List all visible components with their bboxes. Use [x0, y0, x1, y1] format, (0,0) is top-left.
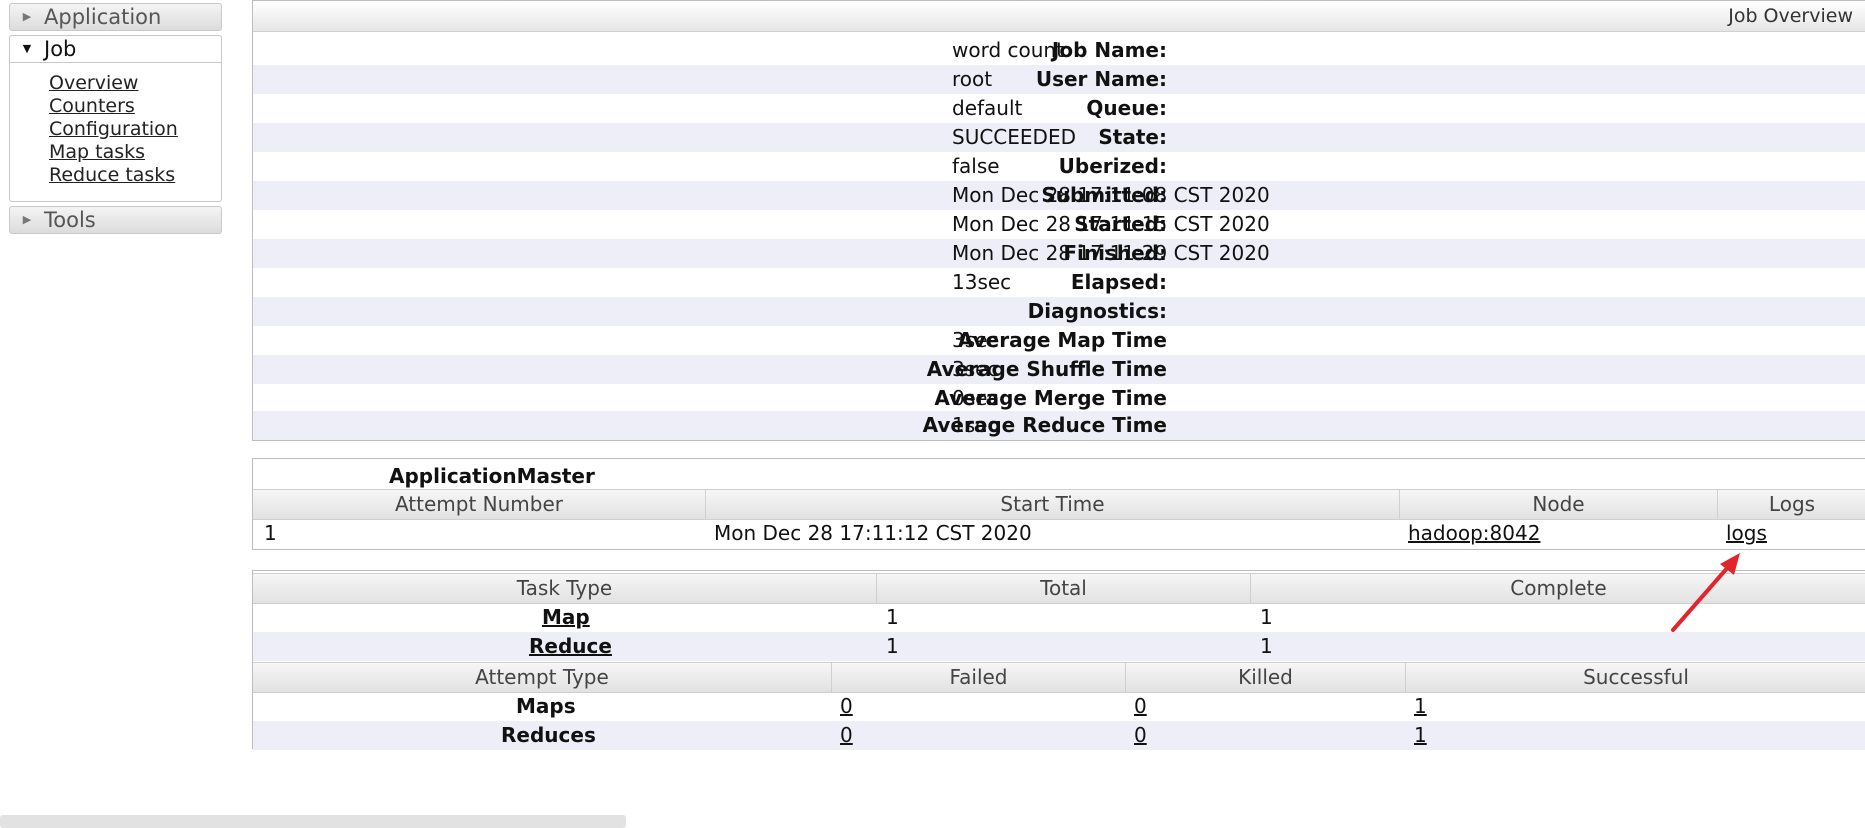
failed-link[interactable]: 0 [840, 692, 853, 721]
column-header: Failed [831, 663, 1125, 692]
table-row: 1 Mon Dec 28 17:11:12 CST 2020 hadoop:80… [253, 519, 1865, 548]
overview-row: Elapsed: 13sec [253, 268, 1865, 297]
sidebar-application-label: Application [44, 5, 162, 29]
overview-key: State: [1098, 125, 1167, 149]
overview-row: Uberized: false [253, 152, 1865, 181]
start-time: Mon Dec 28 17:11:12 CST 2020 [714, 521, 1032, 545]
overview-value: root [952, 67, 993, 91]
job-overview-panel: Job Overview Job Name: word count User Na… [252, 0, 1865, 441]
task-header: Task Type Total Complete [253, 573, 1865, 604]
overview-row: Average Reduce Time 1sec [253, 411, 1865, 440]
overview-row: Finished: Mon Dec 28 17:11:29 CST 2020 [253, 239, 1865, 268]
table-row: Reduces 0 0 1 [253, 721, 1865, 750]
overview-row: Average Map Time 3sec [253, 326, 1865, 355]
triangle-down-icon: ▼ [22, 42, 32, 55]
attempt-header: Attempt Type Failed Killed Successful [253, 662, 1865, 693]
annotation-arrow [1671, 553, 1740, 632]
overview-value: 1sec [952, 413, 999, 437]
overview-value: SUCCEEDED [952, 125, 1076, 149]
job-overview-title: Job Overview [253, 1, 1865, 32]
application-master-header: Attempt Number Start Time Node Logs [253, 489, 1865, 520]
overview-key: Elapsed: [1070, 270, 1167, 294]
failed-link[interactable]: 0 [840, 721, 853, 750]
sidebar-job[interactable]: ▼ Job [9, 35, 222, 63]
overview-key: Job Name: [1051, 38, 1167, 62]
overview-value: 13sec [952, 270, 1012, 294]
column-header: Total [876, 574, 1250, 603]
column-header: Killed [1125, 663, 1405, 692]
overview-value: Mon Dec 28 17:11:29 CST 2020 [952, 241, 1270, 265]
overview-row: Submitted: Mon Dec 28 17:11:08 CST 2020 [253, 181, 1865, 210]
task-total: 1 [886, 634, 899, 658]
task-total: 1 [886, 605, 899, 629]
column-header: Complete [1250, 574, 1865, 603]
column-header: Logs [1717, 490, 1865, 519]
task-complete: 1 [1260, 605, 1273, 629]
triangle-right-icon: ▶ [22, 213, 32, 226]
killed-link[interactable]: 0 [1134, 721, 1147, 750]
job-links: Overview Counters Configuration Map task… [49, 72, 178, 187]
killed-link[interactable]: 0 [1134, 692, 1147, 721]
application-master-panel: ApplicationMaster Attempt Number Start T… [252, 458, 1865, 550]
overview-row: User Name: root [253, 65, 1865, 94]
overview-key: Diagnostics: [1027, 299, 1167, 323]
link-configuration[interactable]: Configuration [49, 118, 178, 141]
horizontal-scrollbar[interactable] [0, 815, 626, 828]
overview-row: Average Merge Time 0sec [253, 384, 1865, 413]
overview-row: Queue: default [253, 94, 1865, 123]
table-row: Reduce 1 1 [253, 632, 1865, 661]
overview-row: Diagnostics: [253, 297, 1865, 326]
overview-row: Job Name: word count [253, 36, 1865, 65]
overview-value: false [952, 154, 1000, 178]
overview-key: Uberized: [1058, 154, 1167, 178]
attempt-type: Reduces [501, 723, 596, 747]
attempt-number: 1 [264, 521, 277, 545]
column-header: Start Time [705, 490, 1399, 519]
overview-row: Average Shuffle Time 3sec [253, 355, 1865, 384]
application-master-title: ApplicationMaster [389, 464, 595, 488]
overview-key: Queue: [1086, 96, 1167, 120]
column-header: Attempt Type [475, 665, 609, 689]
table-row: Maps 0 0 1 [253, 692, 1865, 721]
link-map-tasks[interactable]: Map tasks [49, 141, 178, 164]
column-header: Attempt Number [394, 492, 564, 516]
node-link[interactable]: hadoop:8042 [1408, 519, 1540, 548]
successful-link[interactable]: 1 [1414, 721, 1427, 750]
overview-value: default [952, 96, 1023, 120]
task-complete: 1 [1260, 634, 1273, 658]
column-header: Task Type [516, 576, 613, 600]
overview-value: 3sec [952, 328, 999, 352]
sidebar-application[interactable]: ▶ Application [9, 3, 222, 31]
successful-link[interactable]: 1 [1414, 692, 1427, 721]
column-header: Node [1399, 490, 1717, 519]
overview-row: Started: Mon Dec 28 17:11:15 CST 2020 [253, 210, 1865, 239]
task-type-reduce-link[interactable]: Reduce [529, 632, 612, 661]
task-type-map-link[interactable]: Map [542, 603, 590, 632]
overview-value: 3sec [952, 357, 999, 381]
overview-value: Mon Dec 28 17:11:08 CST 2020 [952, 183, 1270, 207]
task-summary-panel: Task Type Total Complete Map 1 1 Reduce … [252, 570, 1865, 750]
sidebar-tools-label: Tools [44, 208, 96, 232]
overview-value: word count [952, 38, 1064, 62]
table-row: Map 1 1 [253, 603, 1865, 632]
overview-key: User Name: [1035, 67, 1167, 91]
overview-row: State: SUCCEEDED [253, 123, 1865, 152]
overview-value: 0sec [952, 386, 999, 410]
link-overview[interactable]: Overview [49, 72, 178, 95]
sidebar-job-label: Job [44, 37, 77, 61]
link-reduce-tasks[interactable]: Reduce tasks [49, 164, 178, 187]
sidebar-tools[interactable]: ▶ Tools [9, 206, 222, 234]
triangle-right-icon: ▶ [22, 10, 32, 23]
link-counters[interactable]: Counters [49, 95, 178, 118]
attempt-type: Maps [516, 694, 576, 718]
overview-value: Mon Dec 28 17:11:15 CST 2020 [952, 212, 1270, 236]
column-header: Successful [1405, 663, 1865, 692]
